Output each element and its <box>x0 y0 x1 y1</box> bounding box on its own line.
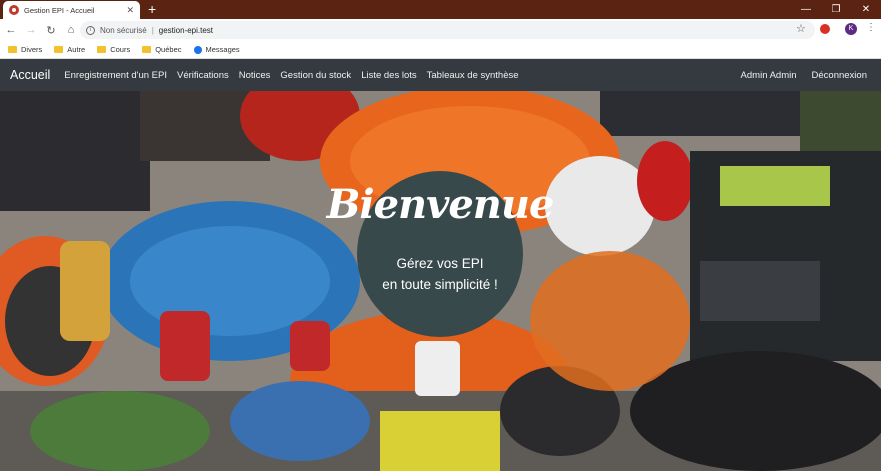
extension-icon[interactable] <box>820 24 830 34</box>
nav-link-tableaux-synthese[interactable]: Tableaux de synthèse <box>427 70 519 81</box>
folder-icon <box>8 46 17 53</box>
address-bar[interactable]: i Non sécurisé | gestion-epi.test <box>80 21 815 39</box>
bookmark-item[interactable]: Divers <box>8 45 42 54</box>
nav-link-gestion-stock[interactable]: Gestion du stock <box>280 70 351 81</box>
bookmarks-bar: Divers Autre Cours Québec Messages <box>0 41 881 59</box>
back-icon[interactable]: ← <box>2 20 20 40</box>
security-label: Non sécurisé <box>100 25 147 35</box>
bookmark-label: Messages <box>205 45 240 54</box>
bookmark-item[interactable]: Messages <box>193 45 240 54</box>
tab-title: Gestion EPI - Accueil <box>24 5 95 15</box>
site-navbar: Accueil Enregistrement d'un EPI Vérifica… <box>0 59 881 91</box>
minimize-icon[interactable]: — <box>791 0 821 19</box>
nav-link-liste-lots[interactable]: Liste des lots <box>361 70 416 81</box>
bookmark-item[interactable]: Québec <box>142 45 182 54</box>
bookmark-label: Divers <box>21 45 43 54</box>
browser-tab-strip: Gestion EPI - Accueil ✕ + — ❐ ✕ <box>0 0 881 19</box>
nav-link-notices[interactable]: Notices <box>239 70 271 81</box>
folder-icon <box>97 46 107 53</box>
nav-link-verifications[interactable]: Vérifications <box>177 70 229 81</box>
bookmark-item[interactable]: Cours <box>97 45 130 54</box>
home-icon[interactable]: ⌂ <box>62 20 80 40</box>
address-separator: | <box>151 25 154 35</box>
bookmark-label: Autre <box>67 45 86 54</box>
bookmark-item[interactable]: Autre <box>54 45 85 54</box>
forward-icon[interactable]: → <box>22 20 40 40</box>
nav-logout-link[interactable]: Déconnexion <box>812 70 867 81</box>
hero-tagline-line2: en toute simplicité ! <box>382 277 498 292</box>
new-tab-button[interactable]: + <box>148 1 156 18</box>
hero-tagline: Gérez vos EPI en toute simplicité ! <box>357 253 523 295</box>
nav-user-area: Admin Admin Déconnexion <box>726 59 867 91</box>
browser-tab[interactable]: Gestion EPI - Accueil ✕ <box>3 1 140 19</box>
profile-avatar[interactable]: K <box>845 23 857 35</box>
messages-icon <box>193 45 202 54</box>
restore-icon[interactable]: ❐ <box>821 0 851 19</box>
tab-close-icon[interactable]: ✕ <box>126 5 134 16</box>
close-window-icon[interactable]: ✕ <box>851 0 881 19</box>
hero-tagline-line1: Gérez vos EPI <box>396 256 484 271</box>
reload-icon[interactable]: ↻ <box>42 20 60 40</box>
hero-title: Bienvenue <box>326 181 555 228</box>
bookmark-star-icon[interactable]: ☆ <box>796 22 806 35</box>
browser-menu-icon[interactable]: ⋮ <box>866 22 876 33</box>
nav-user-name[interactable]: Admin Admin <box>741 70 797 81</box>
folder-icon <box>54 46 64 53</box>
info-icon[interactable]: i <box>86 25 95 35</box>
site-favicon-icon <box>9 5 19 15</box>
nav-brand-home[interactable]: Accueil <box>10 68 50 82</box>
url-text: gestion-epi.test <box>158 25 214 35</box>
folder-icon <box>142 46 152 53</box>
hero-banner: Bienvenue Gérez vos EPI en toute simplic… <box>0 91 881 471</box>
nav-link-enregistrement[interactable]: Enregistrement d'un EPI <box>64 70 167 81</box>
bookmark-label: Québec <box>155 45 182 54</box>
bookmark-label: Cours <box>110 45 131 54</box>
